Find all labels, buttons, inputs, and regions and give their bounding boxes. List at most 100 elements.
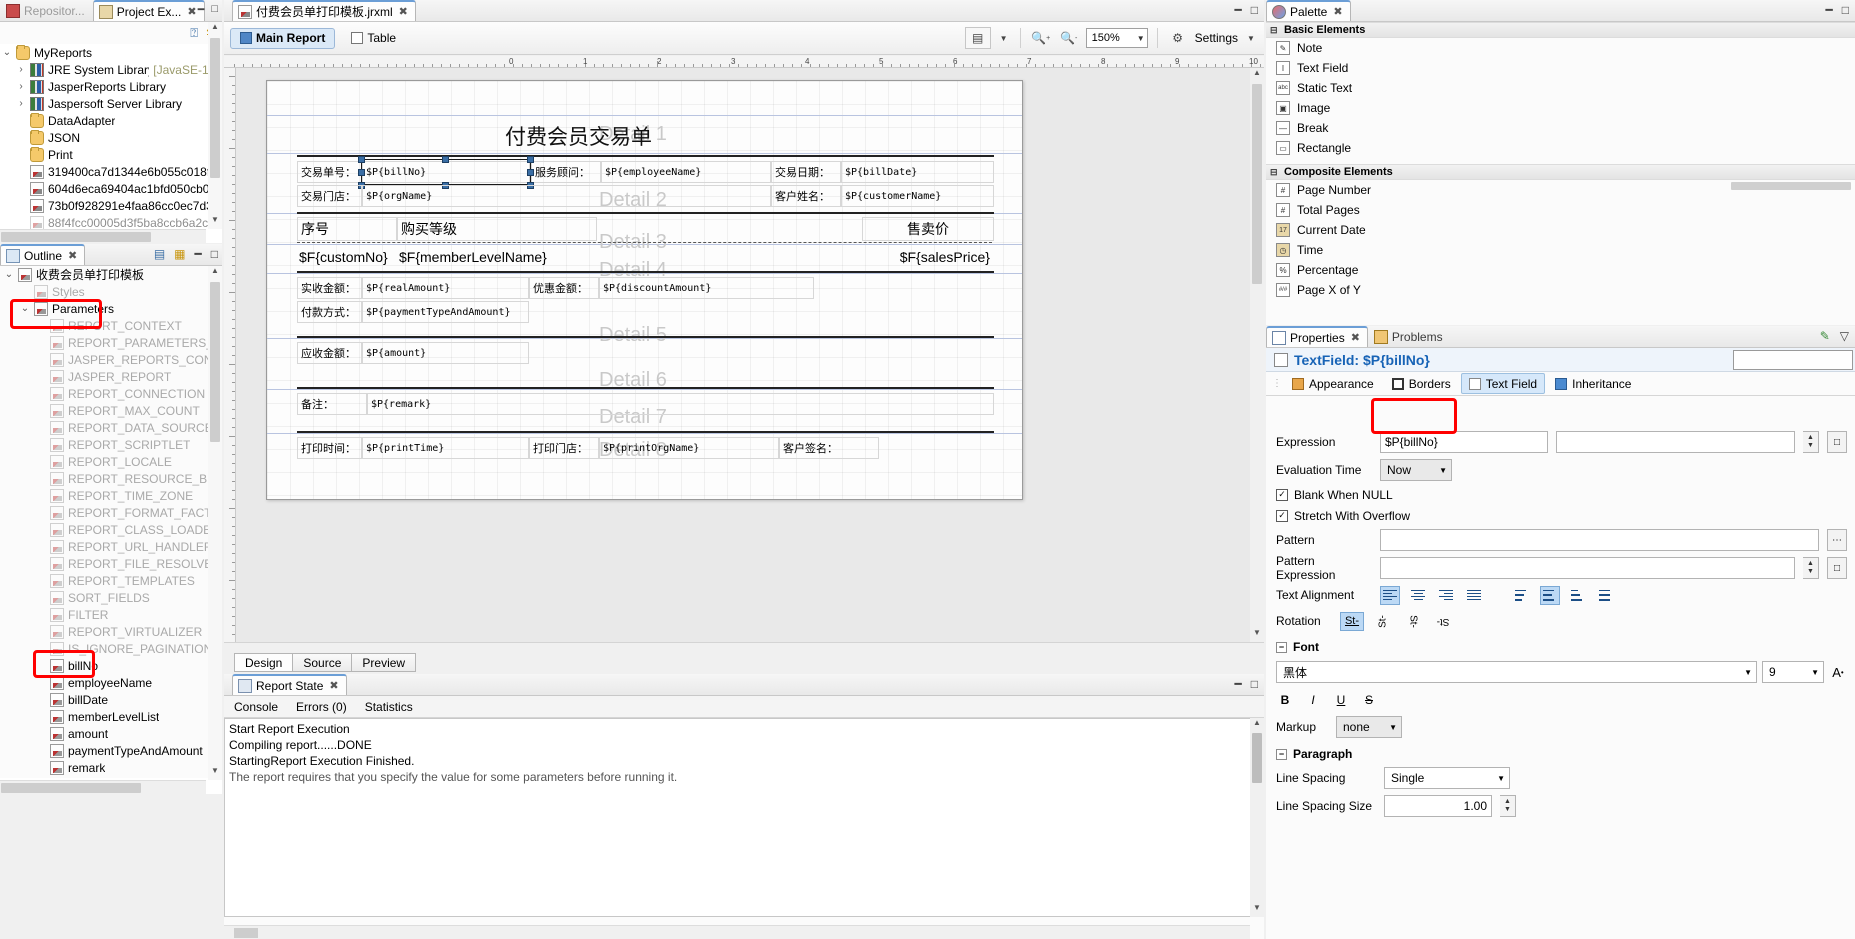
tab-report-state[interactable]: Report State ✖ <box>232 674 347 695</box>
section-tab-text-field[interactable]: Text Field <box>1460 373 1546 394</box>
report-title[interactable]: 付费会员交易单 <box>505 121 652 151</box>
scroll-down-icon[interactable]: ▼ <box>1250 903 1264 917</box>
underline-button[interactable]: U <box>1332 691 1350 709</box>
project-tree-item[interactable]: 73b0f928291e4faa86cc0ec7d350 <box>0 197 222 214</box>
scroll-down-icon[interactable]: ▼ <box>208 215 222 229</box>
font-color-icon[interactable]: A • <box>1829 663 1847 681</box>
field-label-billdate[interactable]: 交易日期： <box>771 161 841 183</box>
table-header-cell[interactable]: 序号 <box>297 217 397 241</box>
field-value-remark[interactable]: $P{remark} <box>367 393 994 415</box>
field-value-realamount[interactable]: $P{realAmount} <box>362 277 529 299</box>
close-icon[interactable]: ✖ <box>1351 331 1360 344</box>
palette-item-rectangle[interactable]: ▭ Rectangle <box>1266 138 1855 158</box>
minimize-icon[interactable]: ━ <box>1235 3 1242 17</box>
rotation-right-icon[interactable]: St- <box>1404 610 1423 632</box>
field-label-employee[interactable]: 服务顾问： <box>531 161 601 183</box>
outline-tree-item[interactable]: REPORT_TEMPLATES <box>0 572 222 589</box>
field-label-amount[interactable]: 应收金额： <box>297 342 362 364</box>
tab-repository[interactable]: Repositor... <box>0 0 93 21</box>
font-size-select[interactable]: 9 ▼ <box>1762 661 1824 683</box>
drag-handle-icon[interactable]: ⋮ <box>1272 378 1282 389</box>
tab-source[interactable]: Source <box>292 653 353 672</box>
tab-outline[interactable]: Outline ✖ <box>0 244 86 265</box>
maximize-icon[interactable]: □ <box>1251 677 1258 691</box>
outline-tree-item[interactable]: JASPER_REPORTS_CONTEXT <box>0 351 222 368</box>
rotation-left-icon[interactable]: St- <box>1374 610 1393 632</box>
scroll-up-icon[interactable]: ▲ <box>208 22 222 36</box>
outline-tree-item[interactable]: REPORT_SCRIPTLET <box>0 436 222 453</box>
project-tree-item[interactable]: › JasperReports Library <box>0 78 222 95</box>
outline-tree-item[interactable]: amount <box>0 725 222 742</box>
valign-middle-icon[interactable] <box>1540 585 1560 605</box>
tab-preview[interactable]: Preview <box>351 653 417 672</box>
rotation-upside-down-icon[interactable]: St- <box>1432 612 1454 631</box>
rotation-none-icon[interactable]: St- <box>1340 611 1364 631</box>
palette-item-time[interactable]: ◷ Time <box>1266 240 1855 260</box>
chevron-icon[interactable]: › <box>16 64 26 75</box>
project-tree-item[interactable]: 319400ca7d1344e6b055c018facc <box>0 163 222 180</box>
pattern-expression-editor-button[interactable]: □ <box>1827 557 1847 579</box>
scroll-up-icon[interactable]: ▲ <box>208 266 222 280</box>
page-view-icon[interactable]: ▤ <box>964 27 991 49</box>
settings-dropdown-icon[interactable]: ▼ <box>1244 27 1258 49</box>
close-icon[interactable]: ✖ <box>399 5 408 18</box>
outline-tree-item[interactable]: memberLevelList <box>0 708 222 725</box>
field-label-realamount[interactable]: 实收金额： <box>297 277 362 299</box>
resize-handle[interactable] <box>527 169 534 176</box>
collapse-icon[interactable]: ⊟ <box>1270 167 1279 178</box>
font-group-header[interactable]: − Font <box>1276 637 1847 657</box>
outline-tree-item[interactable]: remark <box>0 759 222 776</box>
tab-problems[interactable]: Problems <box>1368 326 1451 347</box>
outline-tree-item[interactable]: billNo <box>0 657 222 674</box>
expression-editor-button[interactable]: □ <box>1827 431 1847 453</box>
pin-view-icon[interactable]: ✎ <box>1820 329 1830 343</box>
outline-tree-item[interactable]: REPORT_CLASS_LOADER <box>0 521 222 538</box>
outline-tree-item[interactable]: employeeName <box>0 674 222 691</box>
pattern-expression-spinner[interactable]: ▲ ▼ <box>1803 557 1819 579</box>
palette-item-image[interactable]: ▣ Image <box>1266 98 1855 118</box>
field-label-customername[interactable]: 客户姓名： <box>771 185 841 207</box>
tab-main-report[interactable]: Main Report <box>230 27 336 49</box>
table-header-cell[interactable]: 购买等级 <box>397 217 597 241</box>
palette-item-static-text[interactable]: abc Static Text <box>1266 78 1855 98</box>
palette-item-percentage[interactable]: % Percentage <box>1266 260 1855 280</box>
align-center-icon[interactable] <box>1408 586 1428 605</box>
maximize-icon[interactable]: □ <box>1251 3 1258 17</box>
close-icon[interactable]: ✖ <box>68 249 77 262</box>
outline-tree-item[interactable]: SORT_FIELDS <box>0 589 222 606</box>
outline-tree-item[interactable]: REPORT_TIME_ZONE <box>0 487 222 504</box>
subtab-statistics[interactable]: Statistics <box>365 700 413 714</box>
outline-tree-item[interactable]: JASPER_REPORT <box>0 368 222 385</box>
outline-hscrollbar[interactable] <box>0 780 206 794</box>
section-tab-inheritance[interactable]: Inheritance <box>1547 373 1639 394</box>
resize-handle[interactable] <box>358 156 365 163</box>
chevron-icon[interactable]: › <box>16 98 26 109</box>
align-right-icon[interactable] <box>1436 586 1456 605</box>
subtab-errors[interactable]: Errors (0) <box>296 700 347 714</box>
project-tree-item[interactable]: 88f4fcc00005d3f5ba8ccb6a2cad <box>0 214 222 229</box>
project-explorer-vscrollbar[interactable]: ▲ ▼ <box>208 22 222 229</box>
zoom-in-icon[interactable]: 🔍 + <box>1030 27 1052 49</box>
palette-item-break[interactable]: — Break <box>1266 118 1855 138</box>
collapse-icon[interactable]: − <box>1276 748 1287 760</box>
field-value-printorgname[interactable]: $P{printOrgName} <box>599 437 779 459</box>
project-tree-item[interactable]: › JRE System Library [JavaSE-1.6] <box>0 61 222 78</box>
evaluation-time-select[interactable]: Now ▼ <box>1380 459 1452 481</box>
zoom-level-combo[interactable]: 150% ▼ <box>1085 28 1148 48</box>
pattern-picker-button[interactable]: ⋯ <box>1827 529 1847 551</box>
minimize-icon[interactable]: ━ <box>198 3 205 16</box>
pattern-expression-input[interactable] <box>1380 557 1795 579</box>
field-label-remark[interactable]: 备注： <box>297 393 367 415</box>
field-label-printtime[interactable]: 打印时间： <box>297 437 362 459</box>
outline-tree-item[interactable]: ⌄ 收费会员单打印模板 <box>0 266 222 283</box>
expression-input[interactable]: $P{billNo} <box>1380 431 1548 453</box>
section-tab-borders[interactable]: Borders <box>1384 373 1459 394</box>
table-data-cell[interactable]: $F{customNo} <box>295 245 395 269</box>
project-tree-item[interactable]: › Jaspersoft Server Library <box>0 95 222 112</box>
line-spacing-select[interactable]: Single ▼ <box>1384 767 1510 789</box>
tab-properties[interactable]: Properties ✖ <box>1266 326 1368 347</box>
expression-extra-input[interactable] <box>1556 431 1795 453</box>
scroll-down-icon[interactable]: ▼ <box>208 766 222 780</box>
bold-button[interactable]: B <box>1276 691 1294 709</box>
valign-top-icon[interactable] <box>1512 586 1532 605</box>
